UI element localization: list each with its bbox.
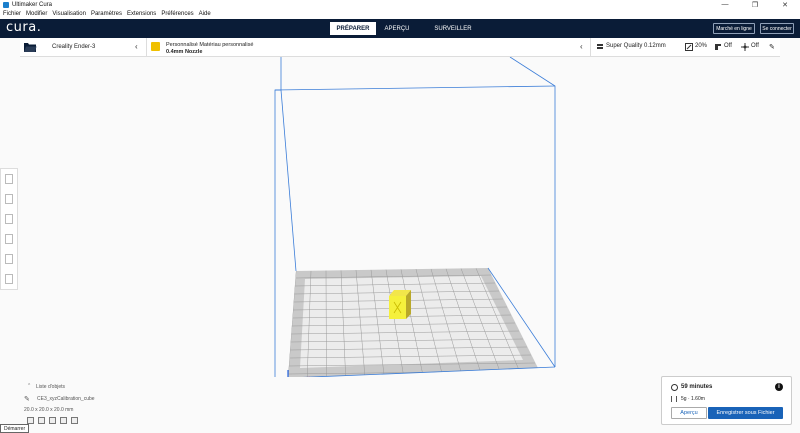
start-button[interactable]: Démarrer: [0, 424, 30, 433]
machine-selector[interactable]: Creality Ender-3 ‹: [20, 38, 146, 57]
marketplace-button[interactable]: Marché en ligne: [713, 23, 755, 34]
cura-app-icon: [3, 1, 9, 8]
clock-icon: [671, 384, 678, 391]
material-estimate: 5g · 1.60m: [681, 396, 705, 402]
support-icon: [715, 44, 721, 50]
machine-name: Creality Ender-3: [52, 44, 96, 50]
nozzle-size: 0.4mm Nozzle: [166, 49, 203, 55]
chevron-left-icon: ‹: [580, 42, 583, 51]
minimize-button[interactable]: —: [710, 0, 740, 9]
support-value: Off: [724, 43, 732, 49]
window-titlebar: Ultimaker Cura: [0, 0, 800, 9]
filament-icon: [671, 396, 677, 402]
info-icon[interactable]: i: [775, 383, 783, 391]
menu-extensions[interactable]: Extensions: [127, 11, 156, 17]
preview-button[interactable]: Aperçu: [671, 407, 707, 419]
view-top-icon[interactable]: [49, 417, 56, 424]
chevron-left-icon: ‹: [135, 42, 138, 51]
print-settings-selector[interactable]: Super Quality 0.12mm 20% Off Off ✎: [590, 38, 780, 57]
material-name: Personnalisé Matériau personnalisé: [166, 42, 254, 48]
extruder-icon: [151, 42, 160, 51]
menu-parametres[interactable]: Paramètres: [91, 11, 122, 17]
menu-visualisation[interactable]: Visualisation: [52, 11, 86, 17]
pencil-icon[interactable]: ✎: [769, 43, 775, 51]
tab-surveiller[interactable]: SURVEILLER: [418, 22, 488, 35]
menu-bar: Fichier Modifier Visualisation Paramètre…: [0, 9, 800, 19]
menu-modifier[interactable]: Modifier: [26, 11, 47, 17]
view-orientation-controls: [27, 417, 78, 424]
profile-name: Super Quality 0.12mm: [606, 43, 666, 49]
pencil-icon[interactable]: ✎: [24, 395, 30, 403]
view-3d-icon[interactable]: [27, 417, 34, 424]
print-time: 59 minutes: [681, 384, 713, 390]
material-selector[interactable]: Personnalisé Matériau personnalisé 0.4mm…: [146, 38, 590, 57]
app-header: cura. PRÉPARER APERÇU SURVEILLER Marché …: [0, 19, 800, 38]
tab-preparer[interactable]: PRÉPARER: [330, 22, 376, 35]
print-estimate-panel: 59 minutes i 5g · 1.60m Aperçu Enregistr…: [661, 376, 792, 425]
cura-logo: cura.: [6, 20, 42, 35]
view-right-icon[interactable]: [71, 417, 78, 424]
3d-viewport[interactable]: [0, 57, 800, 377]
view-left-icon[interactable]: [60, 417, 67, 424]
maximize-button[interactable]: ❐: [740, 0, 770, 9]
object-list-title[interactable]: Liste d'objets: [36, 384, 65, 390]
close-button[interactable]: ✕: [770, 0, 800, 9]
adhesion-icon: [741, 43, 749, 51]
sign-in-button[interactable]: Se connecter: [760, 23, 794, 34]
tab-apercu[interactable]: APERÇU: [376, 22, 418, 35]
object-file-name: CE3_xyzCalibration_cube: [37, 396, 95, 402]
view-front-icon[interactable]: [38, 417, 45, 424]
chevron-up-icon[interactable]: ⌃: [27, 383, 31, 389]
adhesion-value: Off: [751, 43, 759, 49]
infill-value: 20%: [695, 43, 708, 49]
open-file-icon[interactable]: [23, 41, 37, 53]
window-title: Ultimaker Cura: [12, 1, 53, 8]
menu-fichier[interactable]: Fichier: [3, 11, 21, 17]
stage-tabs: PRÉPARER APERÇU SURVEILLER: [330, 22, 488, 35]
infill-icon: [685, 43, 693, 51]
calibration-cube-model[interactable]: [389, 290, 411, 319]
object-dimensions: 20.0 x 20.0 x 20.0 mm: [24, 407, 74, 413]
menu-aide[interactable]: Aide: [199, 11, 211, 17]
menu-preferences[interactable]: Préférences: [161, 11, 193, 17]
print-profile-icon: [597, 44, 603, 49]
save-to-file-button[interactable]: Enregistrer sous Fichier: [708, 407, 783, 419]
